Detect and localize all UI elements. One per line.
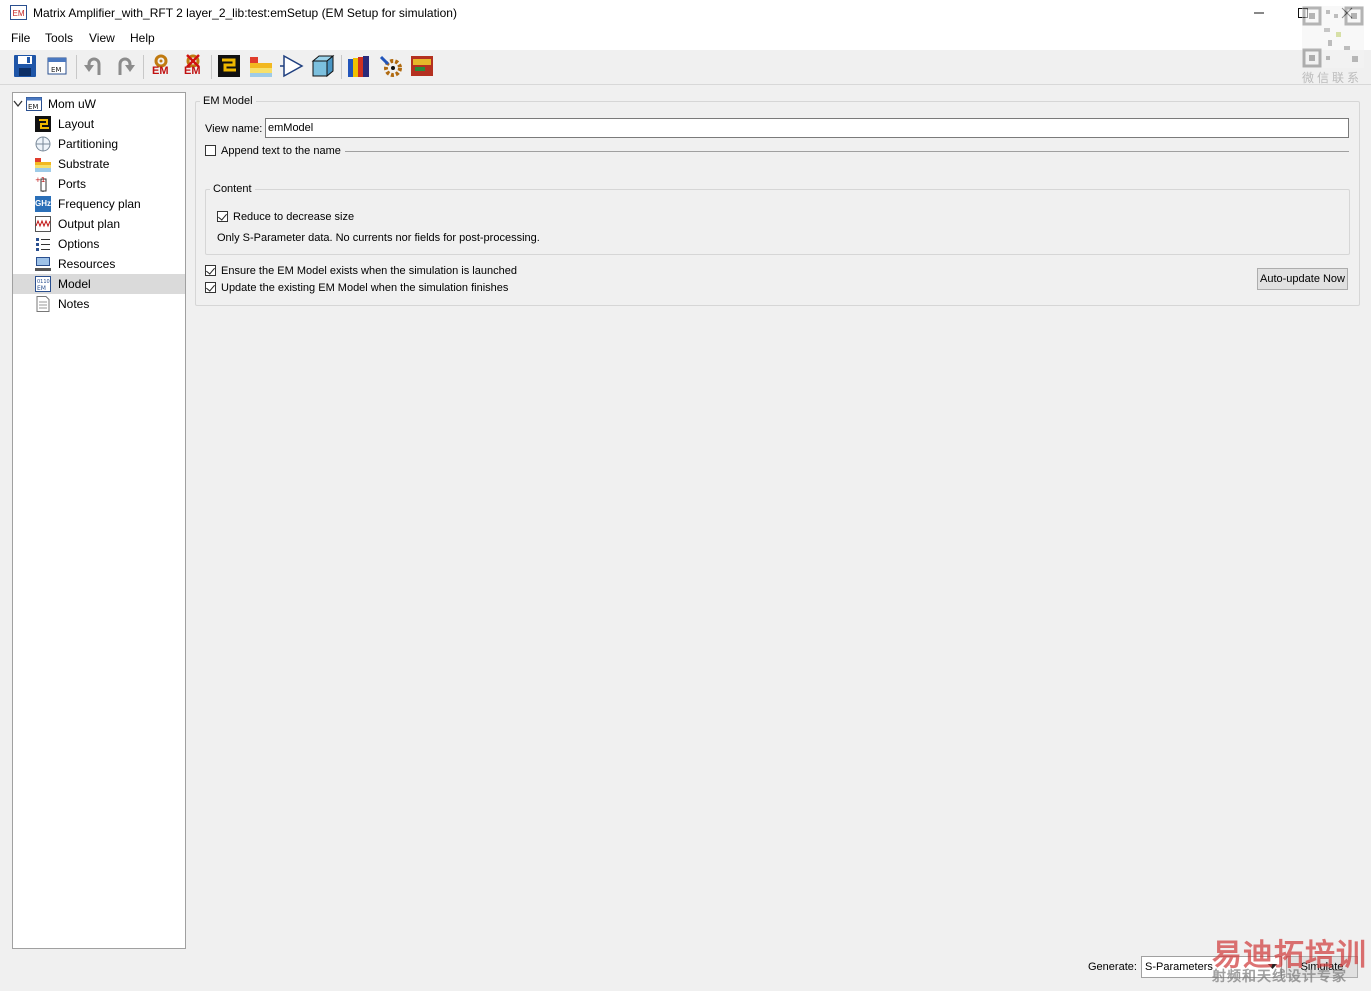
em-simulate-label: EM (152, 65, 169, 77)
svg-text:+1: +1 (35, 176, 45, 184)
toolbar-separator (143, 55, 144, 79)
generate-label: Generate: (1088, 961, 1137, 973)
save-icon[interactable] (12, 53, 38, 79)
auto-update-now-button[interactable]: Auto-update Now (1257, 268, 1348, 290)
tree-item-model[interactable]: 0110 EM Model (13, 274, 185, 294)
update-model-checkbox[interactable] (205, 282, 216, 293)
menu-tools[interactable]: Tools (45, 31, 73, 45)
layout-icon[interactable] (216, 53, 242, 79)
material-stack-icon[interactable] (346, 53, 372, 79)
view-name-input[interactable] (265, 118, 1349, 138)
tree-item-label: Output plan (58, 217, 121, 231)
ensure-model-checkbox[interactable] (205, 265, 216, 276)
options-icon (35, 236, 51, 252)
layer-view-icon[interactable] (409, 53, 435, 79)
tree-item-label: Notes (58, 297, 90, 311)
window-title: Matrix Amplifier_with_RFT 2 layer_2_lib:… (33, 6, 457, 20)
em-root-icon: EM (26, 96, 42, 112)
substrate-icon[interactable] (248, 53, 274, 79)
divider (345, 151, 1349, 152)
tree-item-notes[interactable]: Notes (13, 294, 185, 314)
box-3d-icon[interactable] (310, 53, 336, 79)
tree-item-ports[interactable]: +1 Ports (13, 174, 185, 194)
qr-caption-watermark: 微信联系 (1302, 71, 1363, 85)
content-note: Only S-Parameter data. No currents nor f… (217, 232, 540, 244)
amplifier-icon[interactable] (279, 53, 305, 79)
app-icon: EM (10, 5, 27, 20)
em-model-group-title: EM Model (200, 95, 256, 107)
em-stop-icon[interactable]: EM (180, 53, 206, 79)
tree-item-label: Partitioning (58, 137, 119, 151)
em-window-icon[interactable]: EM (44, 53, 70, 79)
resources-icon (35, 256, 51, 272)
tree-item-label: Frequency plan (58, 197, 141, 211)
tree-item-layout[interactable]: Layout (13, 114, 185, 134)
chevron-down-icon[interactable] (13, 99, 23, 109)
update-model-label[interactable]: Update the existing EM Model when the si… (221, 282, 508, 294)
svg-text:EM: EM (51, 66, 61, 74)
tree-item-frequency-plan[interactable]: GHz Frequency plan (13, 194, 185, 214)
notes-icon (35, 296, 51, 312)
menu-bar (0, 26, 1371, 50)
ensure-model-label[interactable]: Ensure the EM Model exists when the simu… (221, 265, 517, 277)
undo-icon[interactable] (81, 53, 107, 79)
tree-item-substrate[interactable]: Substrate (13, 154, 185, 174)
tree-root-label: Mom uW (48, 97, 96, 111)
append-text-checkbox[interactable] (205, 145, 216, 156)
toolbar-separator (76, 55, 77, 79)
brand-sub-watermark: 射频和天线设计专家 (1212, 968, 1347, 984)
svg-text:EM: EM (37, 285, 46, 292)
generate-select-value: S-Parameters (1145, 961, 1213, 973)
toolbar-separator (341, 55, 342, 79)
frequency-plan-icon: GHz (35, 196, 51, 212)
append-text-label[interactable]: Append text to the name (221, 145, 341, 157)
menu-help[interactable]: Help (130, 31, 155, 45)
tree-item-root[interactable]: EM Mom uW (13, 94, 185, 114)
redo-icon[interactable] (112, 53, 138, 79)
reduce-size-checkbox[interactable] (217, 211, 228, 222)
ports-icon: +1 (35, 176, 51, 192)
toolbar-separator (211, 55, 212, 79)
svg-text:EM: EM (28, 103, 38, 111)
tree-item-label: Substrate (58, 157, 110, 171)
content-group (205, 189, 1350, 255)
tree-item-label: Layout (58, 117, 95, 131)
tree-item-partitioning[interactable]: Partitioning (13, 134, 185, 154)
tree-item-options[interactable]: Options (13, 234, 185, 254)
view-name-label: View name: (205, 123, 263, 135)
qr-code-watermark (1302, 6, 1364, 68)
em-simulate-icon[interactable]: EM (148, 53, 174, 79)
content-group-title: Content (210, 183, 255, 195)
substrate-icon (35, 156, 51, 172)
em-stop-label: EM (184, 65, 201, 77)
partitioning-icon (35, 136, 51, 152)
tree-item-label: Ports (58, 177, 87, 191)
tree-item-label: Options (58, 237, 100, 251)
minimize-icon[interactable] (1236, 2, 1282, 24)
layout-icon (35, 116, 51, 132)
setup-tree: EM Mom uW Layout Partitioning Substrate … (12, 92, 186, 949)
model-icon: 0110 EM (35, 276, 51, 292)
gear-tools-icon[interactable] (378, 53, 404, 79)
tree-item-label: Model (58, 277, 91, 291)
reduce-size-label[interactable]: Reduce to decrease size (233, 211, 354, 223)
output-plan-icon (35, 216, 51, 232)
tree-item-label: Resources (58, 257, 116, 271)
menu-view[interactable]: View (89, 31, 115, 45)
tree-item-resources[interactable]: Resources (13, 254, 185, 274)
menu-file[interactable]: File (11, 31, 30, 45)
tree-item-output-plan[interactable]: Output plan (13, 214, 185, 234)
